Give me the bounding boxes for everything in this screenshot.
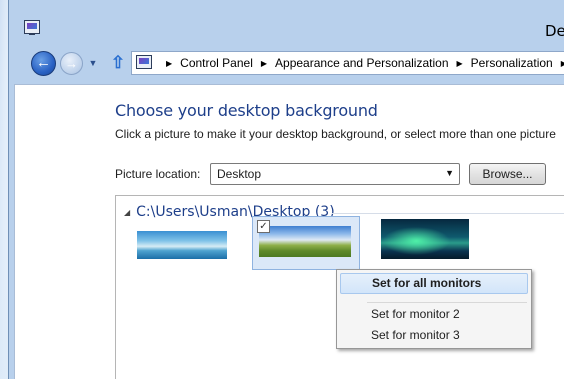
up-arrow-icon: ⇧ [110,53,126,72]
thumbnail-image [137,231,227,259]
thumbnail-aurora-lake[interactable] [380,218,470,260]
page-title: Choose your desktop background [115,101,378,120]
back-button[interactable]: ← [31,51,56,76]
menu-item-set-monitor-3[interactable]: Set for monitor 3 [340,325,528,346]
back-arrow-icon: ← [36,54,51,71]
dropdown-arrow-icon: ▼ [445,168,454,178]
forward-button[interactable]: → [60,52,83,75]
up-button[interactable]: ⇧ [109,53,127,73]
title-bar[interactable]: De [9,0,564,42]
browse-button[interactable]: Browse... [469,163,546,185]
menu-item-set-monitor-2[interactable]: Set for monitor 2 [340,304,528,325]
forward-arrow-icon: → [65,56,78,71]
thumbnail-image [259,226,351,257]
selected-checkbox[interactable]: ✓ [257,220,270,233]
collapse-triangle-icon[interactable]: ◢ [124,208,130,217]
group-divider [332,213,564,214]
thumbnail-grass-field-sky[interactable]: ✓ [252,216,360,270]
chevron-right-icon[interactable]: ▶ [261,59,267,68]
breadcrumb-appearance[interactable]: Appearance and Personalization [275,56,448,70]
address-bar[interactable]: ▶ Control Panel ▶ Appearance and Persona… [131,51,564,75]
window-title: De [545,22,564,40]
breadcrumb-control-panel[interactable]: Control Panel [180,56,253,70]
menu-item-set-all-monitors[interactable]: Set for all monitors [340,273,528,294]
picture-location-select[interactable]: Desktop ▼ [210,163,460,185]
thumbnail-panorama-sea[interactable] [136,230,228,260]
chevron-right-icon[interactable]: ▶ [457,59,463,68]
breadcrumb-personalization[interactable]: Personalization [471,56,553,70]
chevron-down-icon: ▼ [88,58,98,68]
recent-locations-button[interactable]: ▼ [87,57,99,69]
page-description: Click a picture to make it your desktop … [115,127,556,141]
personalization-icon [24,20,40,35]
picture-location-value: Desktop [217,167,262,181]
chevron-right-icon[interactable]: ▶ [166,59,172,68]
navigation-bar: ← → ▼ ⇧ ▶ Control Panel ▶ Appearance and… [9,42,564,82]
breadcrumb: ▶ Control Panel ▶ Appearance and Persona… [158,52,564,74]
picture-location-label: Picture location: [115,167,201,181]
control-panel-icon [136,55,152,69]
context-menu: Set for all monitors Set for monitor 2 S… [336,269,532,349]
menu-separator [367,302,527,303]
thumbnail-image [381,219,469,259]
